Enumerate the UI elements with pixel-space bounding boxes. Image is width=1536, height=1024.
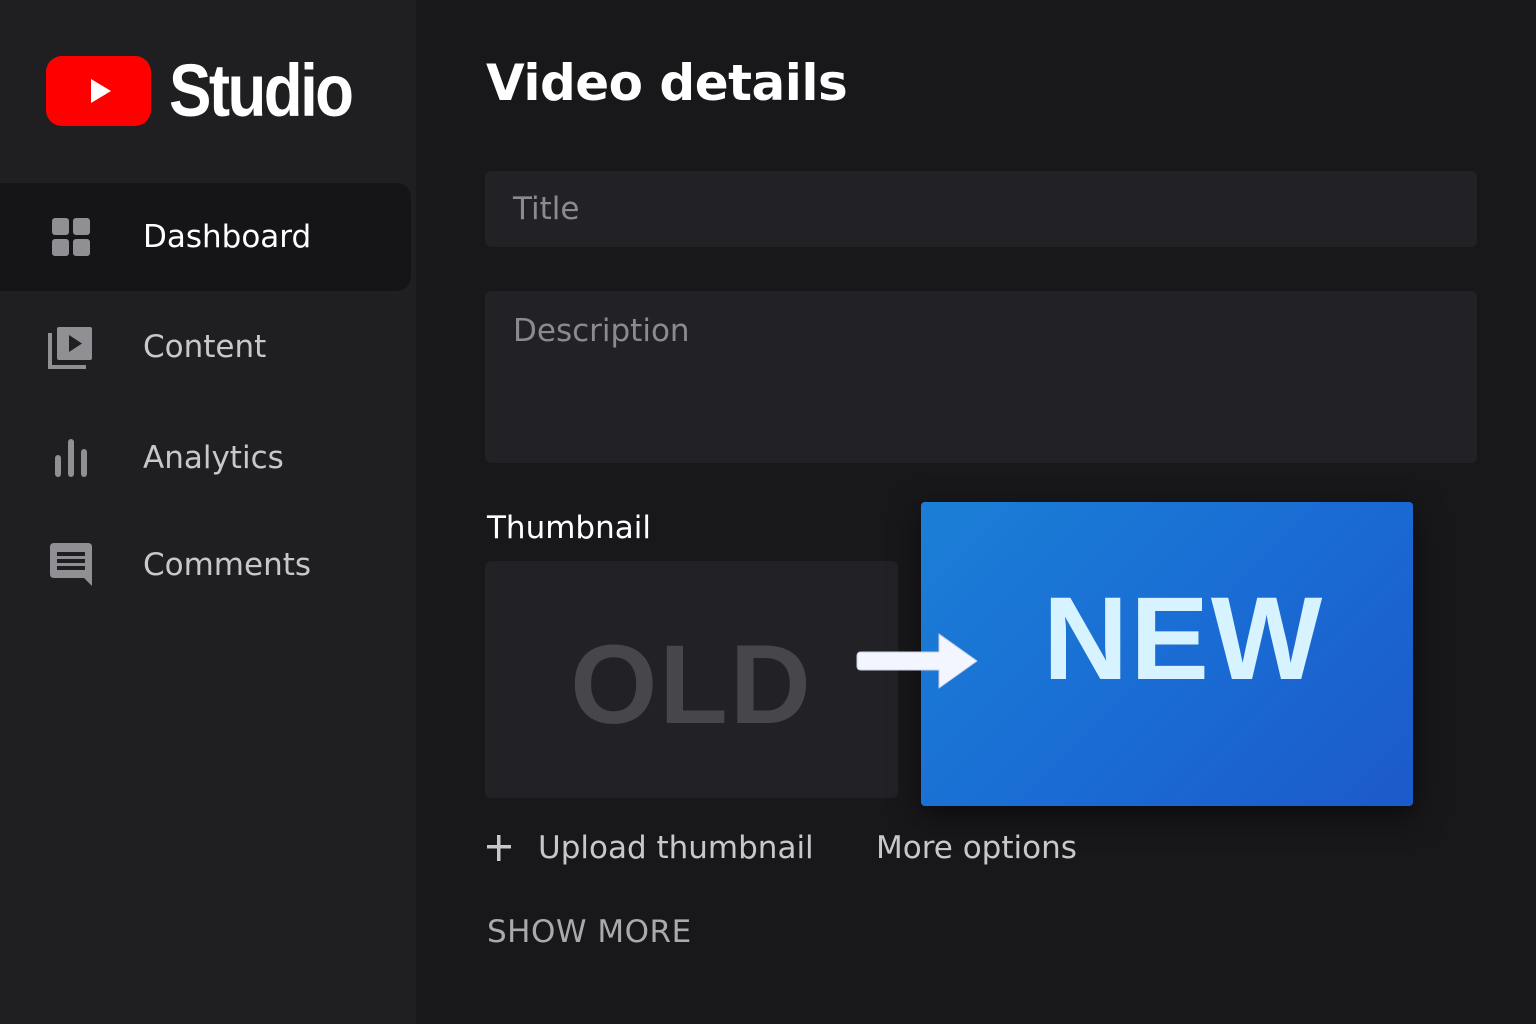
arrow-right-icon [856,633,978,689]
comment-icon [48,542,94,588]
sidebar-item-label: Content [143,329,267,365]
studio-logo[interactable]: Studio [46,54,381,128]
plus-icon [486,833,512,863]
description-field[interactable]: Description [485,291,1477,463]
upload-thumbnail-button[interactable]: Upload thumbnail [486,826,814,870]
sidebar-item-label: Comments [143,547,312,583]
sidebar-item-label: Dashboard [143,219,312,255]
old-thumbnail[interactable]: OLD [485,561,898,798]
sidebar-item-content[interactable]: Content [0,293,411,401]
description-placeholder: Description [513,313,690,349]
bar-chart-icon [48,435,94,481]
dashboard-grid-icon [48,214,94,260]
video-library-icon [48,324,94,370]
new-thumbnail-text: NEW [1043,573,1325,705]
thumbnail-label: Thumbnail [487,510,651,546]
page-title: Video details [486,54,848,112]
youtube-logo-icon [46,56,151,126]
sidebar-item-label: Analytics [143,440,284,476]
sidebar-item-dashboard[interactable]: Dashboard [0,183,411,291]
studio-app: Studio Dashboard Content Analytics Comme… [0,0,1536,1024]
more-options-button[interactable]: More options [876,826,1077,870]
sidebar: Studio Dashboard Content Analytics Comme… [0,0,416,1024]
new-thumbnail[interactable]: NEW [921,502,1413,806]
sidebar-item-analytics[interactable]: Analytics [0,404,411,512]
title-placeholder: Title [513,191,580,227]
upload-thumbnail-label: Upload thumbnail [538,830,814,866]
play-icon [90,79,111,103]
show-more-button[interactable]: SHOW MORE [487,914,692,950]
sidebar-item-comments[interactable]: Comments [0,511,411,619]
title-field[interactable]: Title [485,171,1477,247]
logo-text: Studio [169,49,354,132]
old-thumbnail-text: OLD [570,622,813,747]
